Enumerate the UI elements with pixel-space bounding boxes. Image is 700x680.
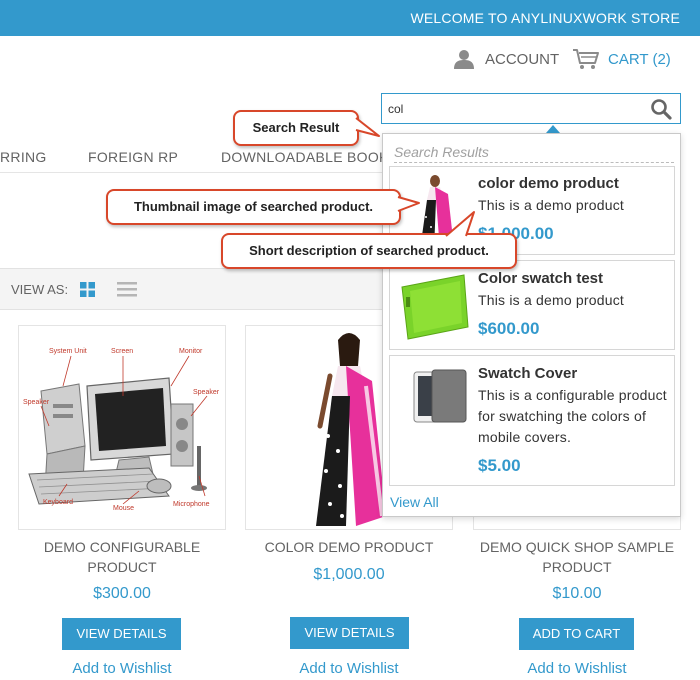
result-thumbnail-swatch-cover[interactable] xyxy=(400,364,470,428)
add-to-wishlist-link[interactable]: Add to Wishlist xyxy=(467,660,687,677)
callout-pointer-search-result xyxy=(355,117,380,137)
result-title[interactable]: Swatch Cover xyxy=(478,365,577,382)
product-price-quick-shop: $10.00 xyxy=(552,585,602,602)
user-icon xyxy=(454,50,474,69)
callout-pointer-short-description xyxy=(445,211,475,237)
callout-short-description: Short description of searched product. xyxy=(221,233,517,269)
search-box xyxy=(381,93,681,124)
label-monitor: Monitor xyxy=(179,348,203,355)
result-description: This is a demo product xyxy=(478,292,625,308)
grid-view-icon[interactable] xyxy=(80,282,95,297)
cart-link[interactable]: CART (2) xyxy=(572,47,671,71)
search-icon[interactable] xyxy=(650,98,672,120)
product-name-demo-configurable[interactable]: DEMO CONFIGURABLE PRODUCT xyxy=(12,537,232,577)
label-speaker-left: Speaker xyxy=(23,399,50,406)
search-results-heading: Search Results xyxy=(394,144,674,163)
product-image-computer[interactable]: System Unit Screen Monitor Speaker Speak… xyxy=(18,325,226,530)
add-to-cart-button[interactable]: ADD TO CART xyxy=(519,618,634,650)
search-results-dropdown: Search Results color demo product This i… xyxy=(382,133,681,517)
result-title[interactable]: color demo product xyxy=(478,175,619,192)
callout-search-result: Search Result xyxy=(233,110,359,146)
result-title[interactable]: Color swatch test xyxy=(478,270,603,287)
result-price: $5.00 xyxy=(478,456,521,475)
view-as-label: VIEW AS: xyxy=(11,282,69,297)
label-keyboard: Keyboard xyxy=(43,499,73,506)
cart-icon xyxy=(573,49,599,69)
result-thumbnail-green-case[interactable] xyxy=(400,267,470,343)
label-speaker-right: Speaker xyxy=(193,389,220,396)
label-mouse: Mouse xyxy=(113,505,134,512)
callout-thumbnail: Thumbnail image of searched product. xyxy=(106,189,401,225)
swatch-cover-thumbnail xyxy=(413,369,467,423)
account-label: ACCOUNT xyxy=(485,50,560,68)
view-details-button[interactable]: VIEW DETAILS xyxy=(62,618,181,650)
dropdown-pointer-icon xyxy=(546,125,560,133)
add-to-wishlist-link[interactable]: Add to Wishlist xyxy=(239,660,459,677)
account-link[interactable]: ACCOUNT xyxy=(453,47,559,71)
result-description: This is a demo product xyxy=(478,197,625,213)
search-input[interactable] xyxy=(388,99,643,119)
product-price-color-demo: $1,000.00 xyxy=(313,566,385,583)
view-all-link[interactable]: View All xyxy=(390,494,439,510)
nav-divider xyxy=(0,172,382,173)
product-name-quick-shop[interactable]: DEMO QUICK SHOP SAMPLE PRODUCT xyxy=(467,537,687,577)
nav-item-downloadable-book[interactable]: DOWNLOADABLE BOOK xyxy=(221,149,382,165)
main-nav: RRING FOREIGN RP DOWNLOADABLE BOOK xyxy=(0,146,382,172)
search-result-item[interactable]: Color swatch test This is a demo product… xyxy=(389,260,675,350)
view-toolbar: VIEW AS: xyxy=(0,268,382,310)
cart-label: CART (2) xyxy=(608,50,671,68)
list-view-icon[interactable] xyxy=(117,282,137,297)
result-description: This is a configurable product for swatc… xyxy=(478,387,667,445)
view-details-button[interactable]: VIEW DETAILS xyxy=(290,617,409,649)
nav-item-rring[interactable]: RRING xyxy=(0,149,47,165)
top-bar: WELCOME TO ANYLINUXWORK STORE xyxy=(0,0,700,36)
callout-pointer-thumbnail xyxy=(397,196,420,212)
label-system-unit: System Unit xyxy=(49,348,87,355)
welcome-message: WELCOME TO ANYLINUXWORK STORE xyxy=(410,10,680,26)
result-price: $600.00 xyxy=(478,319,540,338)
search-result-item[interactable]: Swatch Cover This is a configurable prod… xyxy=(389,355,675,486)
computer-illustration: System Unit Screen Monitor Speaker Speak… xyxy=(23,348,220,512)
green-case-thumbnail xyxy=(401,274,469,340)
product-price-demo-configurable: $300.00 xyxy=(93,585,151,602)
nav-item-foreign-rp[interactable]: FOREIGN RP xyxy=(88,149,178,165)
product-name-color-demo[interactable]: COLOR DEMO PRODUCT xyxy=(239,537,459,557)
label-screen: Screen xyxy=(111,348,133,355)
label-microphone: Microphone xyxy=(173,501,210,508)
add-to-wishlist-link[interactable]: Add to Wishlist xyxy=(12,660,232,677)
